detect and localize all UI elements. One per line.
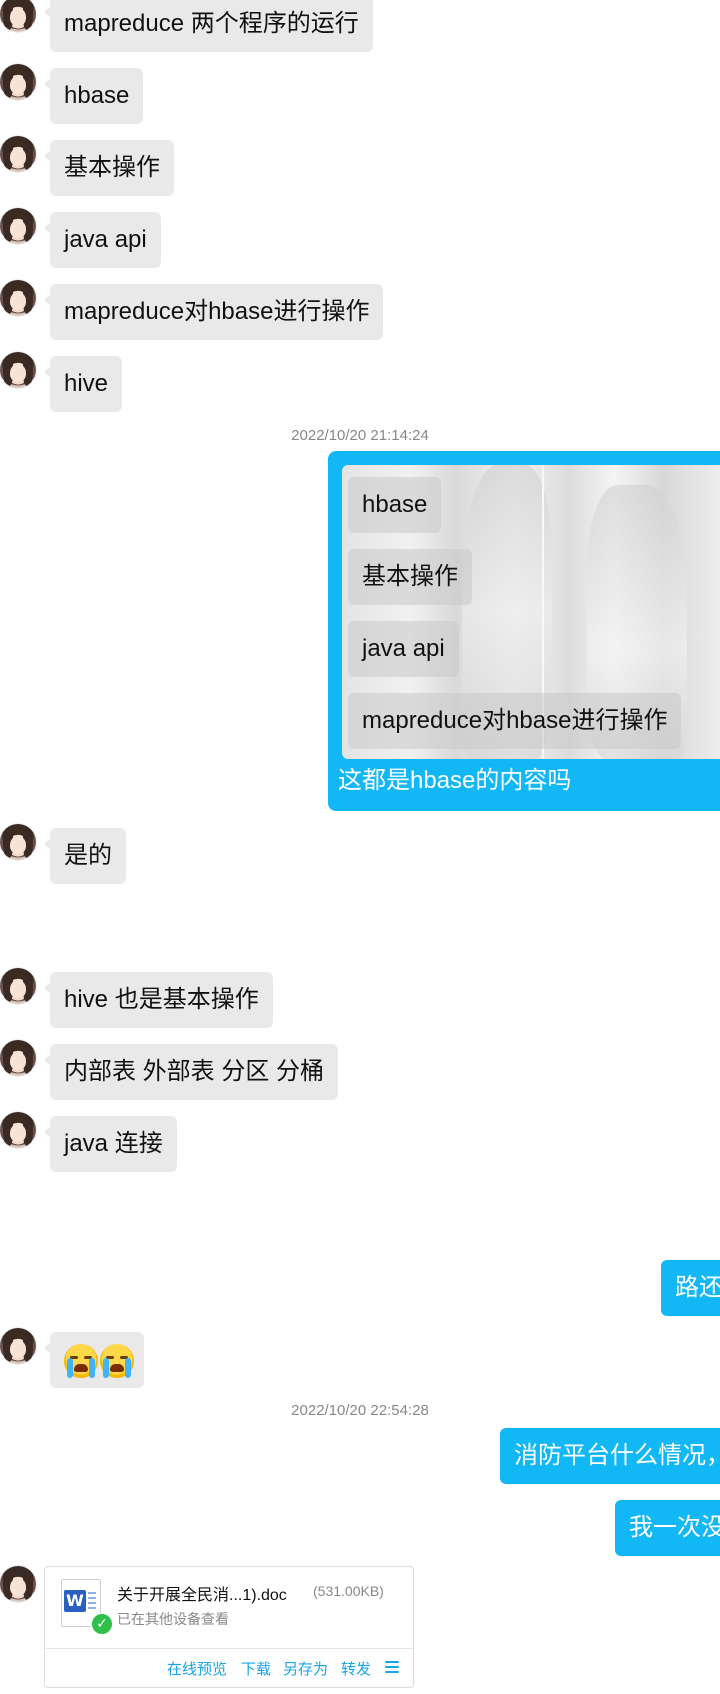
quoted-item: java api — [348, 621, 459, 677]
file-status: 已在其他设备查看 — [117, 1611, 229, 1627]
forward-link[interactable]: 转发 — [341, 1658, 371, 1679]
file-message-card[interactable]: W ✓ 关于开展全民消...1).doc (531.00KB) 已在其他设备查看… — [44, 1566, 414, 1688]
contact-avatar[interactable] — [0, 208, 36, 244]
contact-avatar[interactable] — [0, 1328, 36, 1364]
contact-avatar[interactable] — [0, 1040, 36, 1076]
message-bubble[interactable]: 内部表 外部表 分区 分桶 — [43, 1044, 339, 1100]
contact-avatar[interactable] — [0, 1566, 36, 1602]
outgoing-message-bubble[interactable]: 我一次没 — [615, 1500, 720, 1556]
contact-avatar[interactable] — [0, 64, 36, 100]
outgoing-message-bubble[interactable]: 消防平台什么情况， — [500, 1428, 720, 1484]
quoted-item: hbase — [348, 477, 442, 533]
file-info[interactable]: W ✓ 关于开展全民消...1).doc (531.00KB) 已在其他设备查看 — [45, 1567, 413, 1647]
contact-avatar[interactable] — [0, 824, 36, 860]
file-size: (531.00KB) — [313, 1583, 384, 1599]
loudly-crying-face-icon — [64, 1343, 98, 1378]
message-bubble[interactable]: hbase — [43, 68, 144, 124]
message-bubble[interactable]: hive 也是基本操作 — [44, 972, 273, 1028]
message-bubble[interactable]: hive — [43, 356, 123, 412]
contact-avatar[interactable] — [0, 1112, 36, 1148]
message-timestamp: 2022/10/20 22:54:28 — [291, 1402, 429, 1419]
reply-text: 这都是hbase的内容吗 — [338, 767, 572, 794]
preview-online-link[interactable]: 在线预览 — [167, 1658, 227, 1679]
quoted-item: mapreduce对hbase进行操作 — [348, 693, 682, 749]
message-bubble[interactable]: 基本操作 — [44, 140, 174, 196]
message-bubble[interactable]: mapreduce对hbase进行操作 — [43, 284, 384, 340]
message-timestamp: 2022/10/20 21:14:24 — [291, 427, 429, 444]
message-bubble[interactable]: java api — [44, 212, 161, 268]
check-icon: ✓ — [91, 1613, 113, 1635]
message-bubble[interactable]: 是的 — [44, 828, 126, 884]
outgoing-message-bubble[interactable]: 路还 — [661, 1260, 720, 1316]
emoji-message-bubble[interactable] — [44, 1332, 144, 1388]
quoted-messages-image[interactable]: hbase 基本操作 java api mapreduce对hbase进行操作 — [342, 465, 720, 759]
contact-avatar[interactable] — [0, 968, 36, 1004]
contact-avatar[interactable] — [0, 0, 36, 32]
quoted-reply-bubble[interactable]: hbase 基本操作 java api mapreduce对hbase进行操作 … — [328, 451, 720, 811]
menu-icon[interactable] — [385, 1661, 399, 1675]
contact-avatar[interactable] — [0, 280, 36, 316]
contact-avatar[interactable] — [0, 136, 36, 172]
download-link[interactable]: 下载 — [241, 1658, 271, 1679]
quoted-item: 基本操作 — [348, 549, 472, 605]
contact-avatar[interactable] — [0, 352, 36, 388]
save-as-link[interactable]: 另存为 — [283, 1658, 328, 1679]
file-actions: 在线预览 下载 另存为 转发 — [45, 1648, 413, 1688]
file-name: 关于开展全民消...1).doc — [117, 1587, 287, 1604]
loudly-crying-face-icon — [100, 1343, 134, 1378]
message-bubble[interactable]: java 连接 — [44, 1116, 177, 1172]
message-bubble[interactable]: mapreduce 两个程序的运行 — [44, 0, 373, 52]
